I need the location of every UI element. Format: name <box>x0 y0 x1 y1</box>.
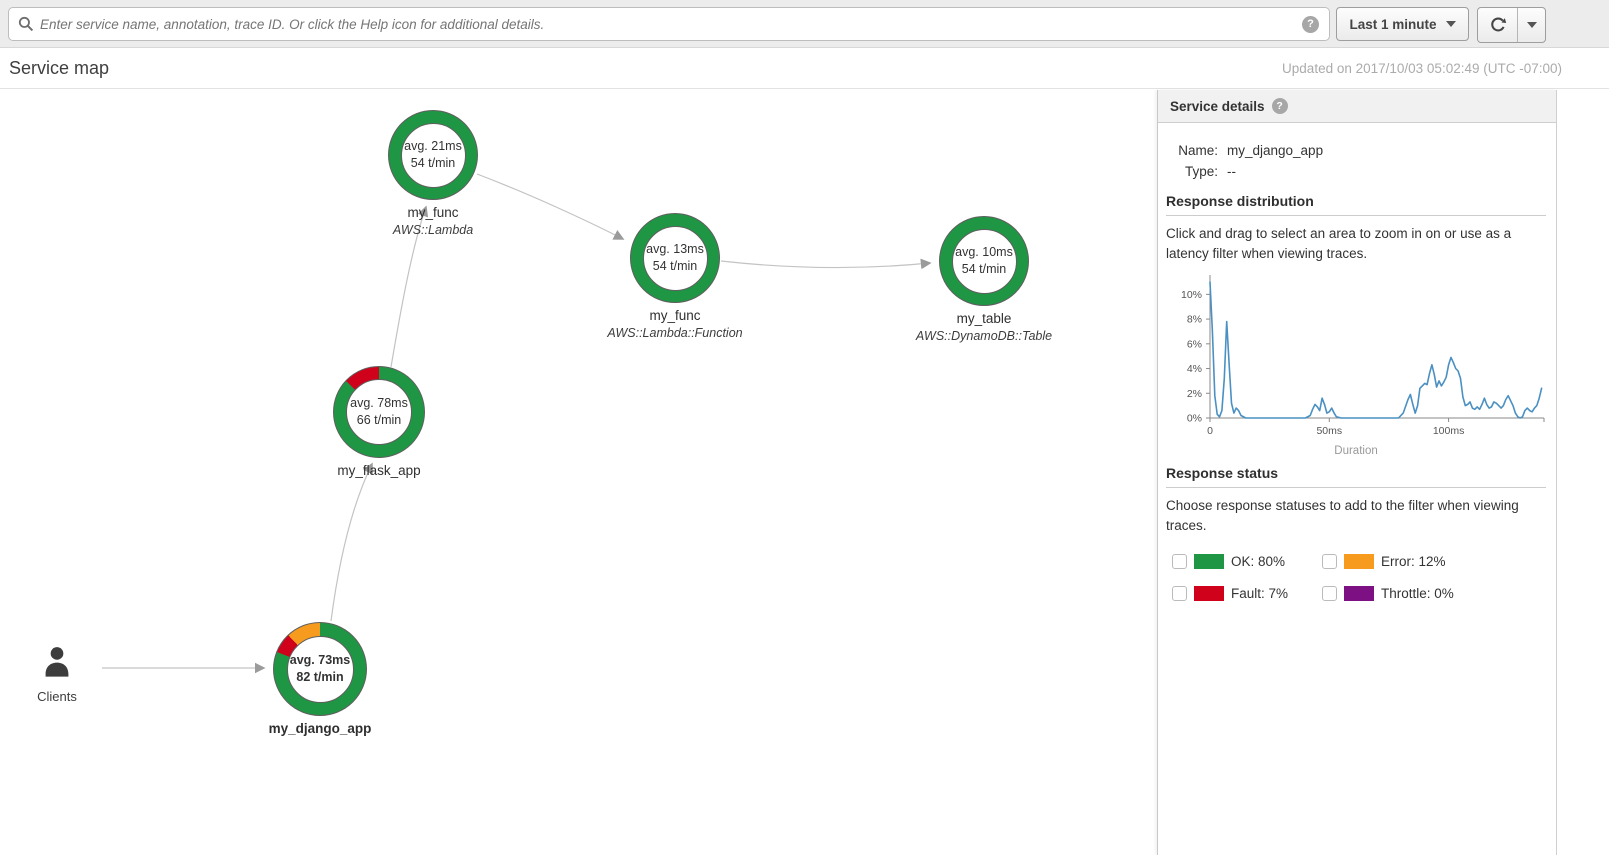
node-name: my_func <box>595 308 755 323</box>
refresh-icon <box>1489 16 1507 34</box>
node-avg-latency: avg. 78ms <box>350 395 408 412</box>
node-type: AWS::Lambda::Function <box>595 326 755 340</box>
fault-label: Fault: 7% <box>1231 586 1288 601</box>
chevron-down-icon <box>1527 22 1537 28</box>
service-ring: avg. 13ms 54 t/min <box>630 213 720 303</box>
name-value: my_django_app <box>1227 143 1323 158</box>
clients-label: Clients <box>0 689 137 704</box>
response-status-filters: OK: 80% Error: 12% Fault: 7% Throttle: 0… <box>1172 554 1546 601</box>
svg-text:2%: 2% <box>1187 388 1202 400</box>
node-name: my_func <box>353 205 513 220</box>
status-item-ok: OK: 80% <box>1172 554 1322 569</box>
page-header: Service map Updated on 2017/10/03 05:02:… <box>0 48 1609 89</box>
node-rate: 54 t/min <box>962 261 1006 278</box>
svg-text:10%: 10% <box>1181 289 1202 301</box>
service-ring: avg. 73ms 82 t/min <box>273 622 367 716</box>
error-checkbox[interactable] <box>1322 554 1337 569</box>
service-node-my-func-lambda[interactable]: avg. 21ms 54 t/min my_func AWS::Lambda <box>353 110 513 237</box>
svg-text:8%: 8% <box>1187 314 1202 326</box>
response-distribution-chart[interactable]: 0%2%4%6%8%10%050ms100ms Duration <box>1166 270 1546 457</box>
type-label: Type: <box>1166 164 1218 179</box>
service-details-panel: Service details ? Name: my_django_app Ty… <box>1157 90 1557 855</box>
search-icon <box>18 16 34 32</box>
service-ring: avg. 21ms 54 t/min <box>388 110 478 200</box>
svg-text:4%: 4% <box>1187 363 1202 375</box>
node-avg-latency: avg. 10ms <box>955 244 1013 261</box>
svg-text:0%: 0% <box>1187 413 1202 425</box>
time-range-button[interactable]: Last 1 minute <box>1336 7 1469 41</box>
response-distribution-help: Click and drag to select an area to zoom… <box>1166 224 1546 264</box>
node-rate: 66 t/min <box>357 412 401 429</box>
ok-color-swatch <box>1194 554 1224 569</box>
throttle-label: Throttle: 0% <box>1381 586 1454 601</box>
page-title: Service map <box>9 58 109 79</box>
response-status-help: Choose response statuses to add to the f… <box>1166 496 1546 536</box>
node-type: AWS::Lambda <box>353 223 513 237</box>
node-name: my_table <box>904 311 1064 326</box>
top-search-bar: ? Last 1 minute <box>0 0 1609 48</box>
service-details-header: Service details ? <box>1158 90 1556 123</box>
time-range-label: Last 1 minute <box>1349 17 1436 32</box>
fault-color-swatch <box>1194 586 1224 601</box>
service-ring: avg. 78ms 66 t/min <box>333 366 425 458</box>
service-map-canvas[interactable]: Clients avg. 21ms 54 t/min my_func AWS::… <box>0 90 1157 855</box>
distribution-line-chart: 0% 2% 4% 6% 8% 10% 0 50ms 100ms <box>1166 270 1550 448</box>
svg-text:0: 0 <box>1207 425 1213 437</box>
help-icon[interactable]: ? <box>1272 98 1288 114</box>
refresh-split-button <box>1477 7 1546 43</box>
service-node-my-table[interactable]: avg. 10ms 54 t/min my_table AWS::DynamoD… <box>904 216 1064 343</box>
svg-text:100ms: 100ms <box>1433 425 1465 437</box>
ok-label: OK: 80% <box>1231 554 1285 569</box>
service-type-row: Type: -- <box>1166 164 1546 179</box>
node-avg-latency: avg. 21ms <box>404 138 462 155</box>
service-ring: avg. 10ms 54 t/min <box>939 216 1029 306</box>
service-node-my-django-app[interactable]: avg. 73ms 82 t/min my_django_app <box>240 622 400 739</box>
service-map-edges <box>0 90 1157 855</box>
svg-text:50ms: 50ms <box>1316 425 1342 437</box>
response-status-heading: Response status <box>1166 465 1546 488</box>
service-node-my-flask-app[interactable]: avg. 78ms 66 t/min my_flask_app <box>299 366 459 481</box>
node-rate: 54 t/min <box>411 155 455 172</box>
node-name: my_django_app <box>240 721 400 736</box>
svg-text:6%: 6% <box>1187 338 1202 350</box>
help-icon[interactable]: ? <box>1302 16 1319 33</box>
chevron-down-icon <box>1446 21 1456 27</box>
service-node-my-func-function[interactable]: avg. 13ms 54 t/min my_func AWS::Lambda::… <box>595 213 755 340</box>
service-details-title: Service details <box>1170 99 1265 114</box>
fault-checkbox[interactable] <box>1172 586 1187 601</box>
status-item-throttle: Throttle: 0% <box>1322 586 1472 601</box>
name-label: Name: <box>1166 143 1218 158</box>
person-icon <box>38 643 76 681</box>
error-color-swatch <box>1344 554 1374 569</box>
node-name: my_flask_app <box>299 463 459 478</box>
type-value: -- <box>1227 164 1236 179</box>
ok-checkbox[interactable] <box>1172 554 1187 569</box>
node-rate: 82 t/min <box>296 669 343 686</box>
clients-node[interactable]: Clients <box>0 643 137 704</box>
refresh-options-button[interactable] <box>1518 8 1545 42</box>
search-field-container: ? <box>8 7 1330 41</box>
response-distribution-heading: Response distribution <box>1166 193 1546 216</box>
status-item-error: Error: 12% <box>1322 554 1472 569</box>
throttle-color-swatch <box>1344 586 1374 601</box>
updated-timestamp: Updated on 2017/10/03 05:02:49 (UTC -07:… <box>1282 61 1562 76</box>
status-item-fault: Fault: 7% <box>1172 586 1322 601</box>
edge-django-to-flask <box>331 464 372 621</box>
xray-service-map-page: ? Last 1 minute Service map Updated on 2… <box>0 0 1609 855</box>
node-avg-latency: avg. 13ms <box>646 241 704 258</box>
node-avg-latency: avg. 73ms <box>290 652 350 669</box>
error-label: Error: 12% <box>1381 554 1446 569</box>
service-name-row: Name: my_django_app <box>1166 143 1546 158</box>
throttle-checkbox[interactable] <box>1322 586 1337 601</box>
refresh-button[interactable] <box>1478 8 1518 42</box>
search-input[interactable] <box>34 17 1302 32</box>
node-type: AWS::DynamoDB::Table <box>904 329 1064 343</box>
node-rate: 54 t/min <box>653 258 697 275</box>
